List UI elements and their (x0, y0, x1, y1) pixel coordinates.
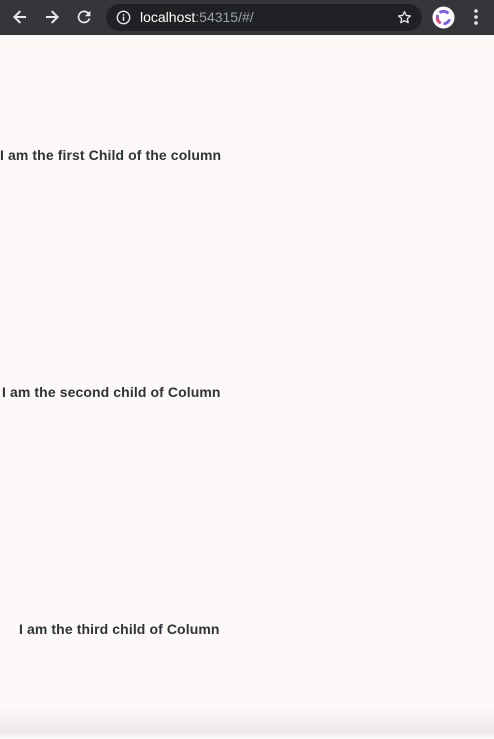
star-icon[interactable] (396, 9, 413, 26)
url-host: localhost (140, 9, 196, 25)
url-text[interactable]: localhost:54315/#/ (140, 9, 254, 26)
browser-toolbar: localhost:54315/#/ (0, 0, 494, 35)
profile-icon[interactable] (432, 6, 455, 29)
url-path: :54315/#/ (195, 9, 254, 25)
bottom-shadow (0, 705, 494, 739)
forward-arrow-icon[interactable] (40, 5, 64, 29)
page-content: I am the first Child of the column I am … (0, 35, 494, 739)
column-child-2: I am the second child of Column (2, 384, 221, 400)
column-child-3: I am the third child of Column (19, 621, 220, 637)
column-child-1: I am the first Child of the column (0, 147, 222, 163)
info-icon[interactable] (116, 10, 131, 25)
reload-icon[interactable] (72, 5, 96, 29)
address-bar[interactable]: localhost:54315/#/ (106, 4, 422, 31)
back-arrow-icon[interactable] (8, 5, 32, 29)
more-vert-icon[interactable] (466, 7, 486, 27)
